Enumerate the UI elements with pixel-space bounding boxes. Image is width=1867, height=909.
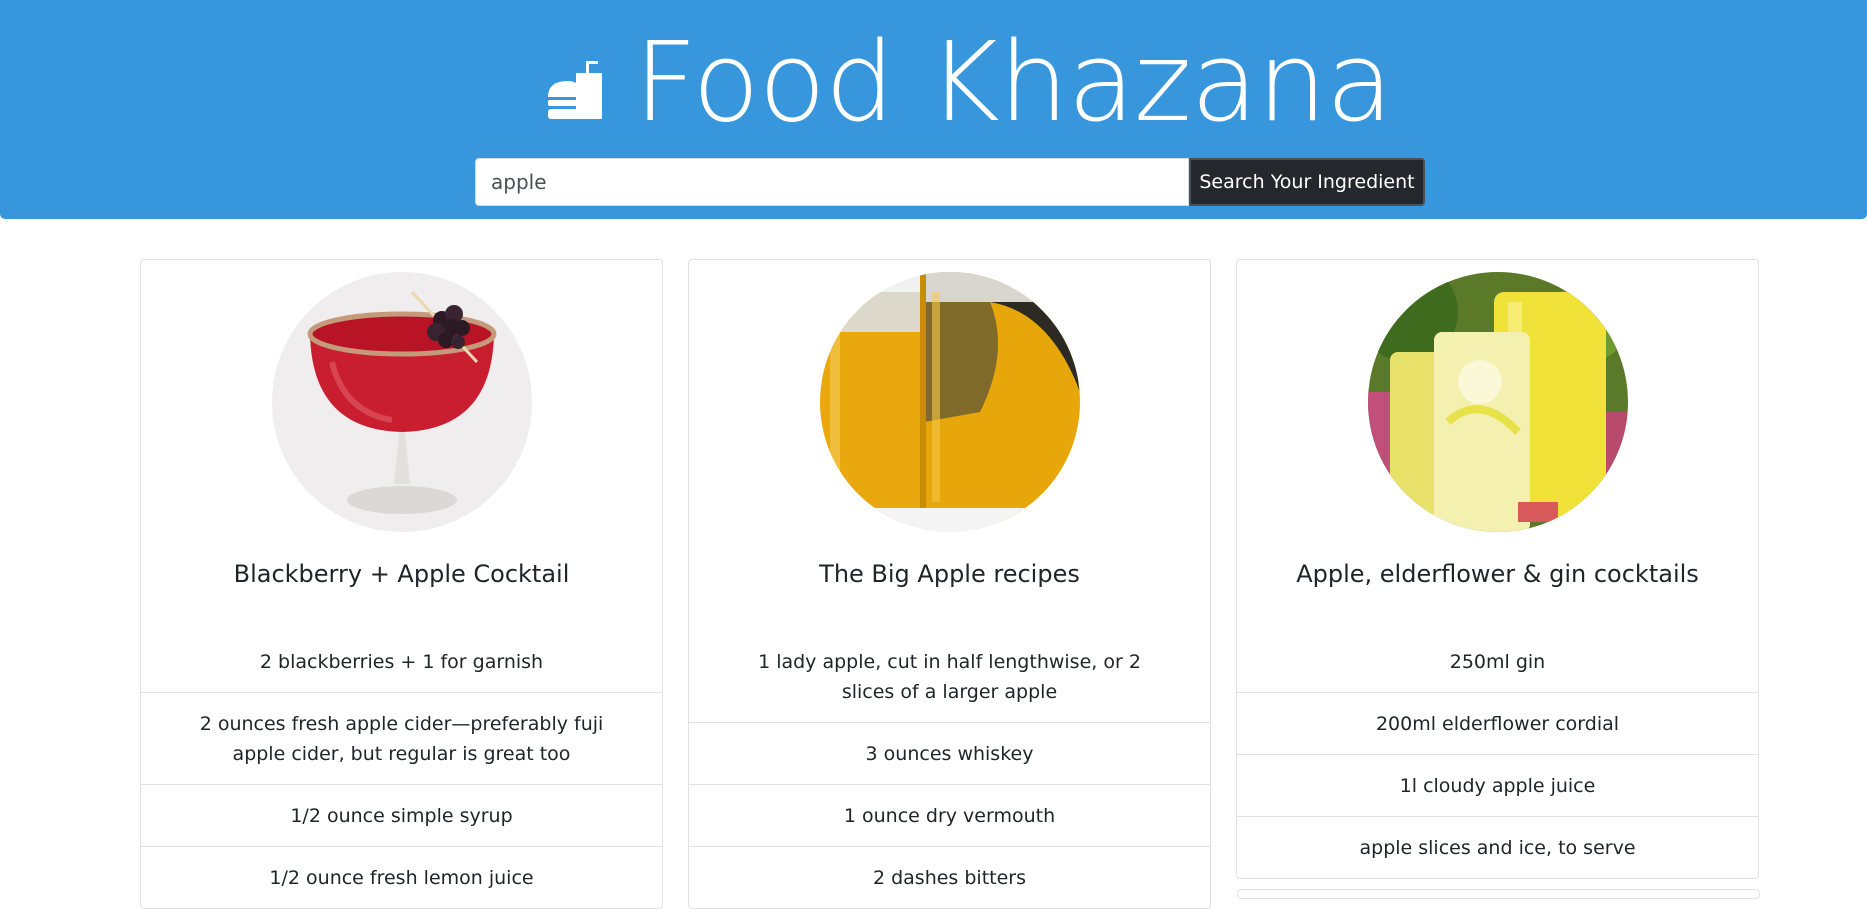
recipe-card: Apple, elderflower & gin cocktails 250ml… [1236, 259, 1759, 879]
whiskey-glasses-icon [819, 272, 1080, 532]
recipe-card: Blackberry + Apple Cocktail 2 blackberri… [140, 259, 663, 909]
ingredient-list: 2 blackberries + 1 for garnish 2 ounces … [141, 615, 662, 908]
next-recipe-card-edge [1237, 889, 1760, 899]
ingredient-item: 2 dashes bitters [689, 846, 1210, 908]
site-title: Food Khazana [634, 18, 1393, 146]
ingredient-item: 1/2 ounce fresh lemon juice [141, 846, 662, 908]
recipe-title: The Big Apple recipes [819, 560, 1080, 588]
ingredient-item: 1/2 ounce simple syrup [141, 784, 662, 846]
ingredient-item: 1 ounce dry vermouth [689, 784, 1210, 846]
recipe-image [1367, 272, 1628, 532]
red-cocktail-with-blackberry-icon [271, 272, 532, 532]
search-button[interactable]: Search Your Ingredient [1189, 158, 1425, 206]
ingredient-item: 2 blackberries + 1 for garnish [259, 651, 544, 673]
header: Food Khazana Search Your Ingredient [0, 0, 1867, 219]
burger-drink-icon [548, 61, 602, 119]
ingredient-list: 250ml gin 200ml elderflower cordial 1l c… [1237, 615, 1758, 878]
search-input[interactable] [475, 158, 1189, 206]
ingredient-item: 200ml elderflower cordial [1237, 692, 1758, 754]
ingredient-item: 2 ounces fresh apple cider—preferably fu… [141, 692, 662, 784]
ingredient-item: 3 ounces whiskey [689, 722, 1210, 784]
recipe-card: The Big Apple recipes 1 lady apple, cut … [688, 259, 1211, 909]
brand: Food Khazana [548, 18, 1393, 146]
recipe-title: Blackberry + Apple Cocktail [233, 560, 570, 588]
recipe-image [819, 272, 1080, 532]
ingredient-item: 250ml gin [1449, 651, 1546, 673]
recipe-title: Apple, elderflower & gin cocktails [1296, 560, 1699, 588]
ingredient-list: 1 lady apple, cut in half lengthwise, or… [689, 615, 1210, 908]
ingredient-item: apple slices and ice, to serve [1237, 816, 1758, 878]
yellow-gin-cocktails-icon [1367, 272, 1628, 532]
search-bar: Search Your Ingredient [475, 158, 1425, 206]
ingredient-item: 1l cloudy apple juice [1237, 754, 1758, 816]
recipe-image [271, 272, 532, 532]
ingredient-item: 1 lady apple, cut in half lengthwise, or… [758, 651, 1141, 703]
